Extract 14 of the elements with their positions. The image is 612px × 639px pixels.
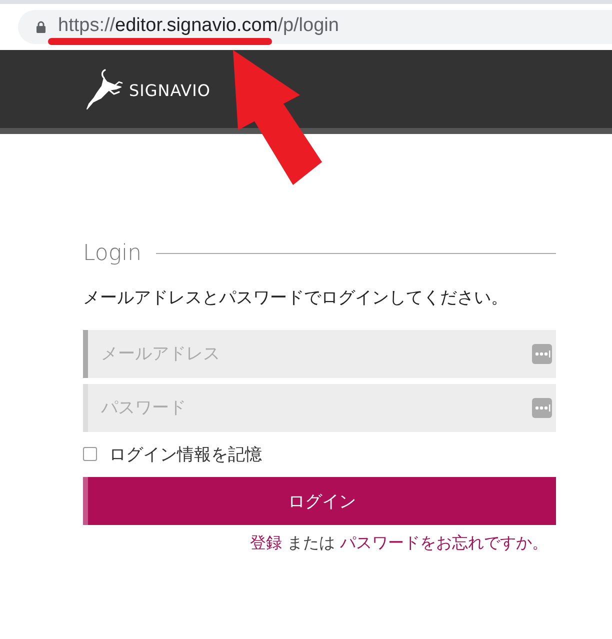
login-title: Login <box>83 240 142 266</box>
ellipsis-icon[interactable] <box>532 344 552 364</box>
email-field[interactable]: メールアドレス <box>83 330 556 378</box>
ellipsis-icon[interactable] <box>532 398 552 418</box>
password-field[interactable]: パスワード <box>83 384 556 432</box>
forgot-password-link[interactable]: パスワードをお忘れですか。 <box>340 532 548 554</box>
lock-icon <box>36 21 46 33</box>
logo-text: SIGNAVIO <box>129 80 210 100</box>
remember-label[interactable]: ログイン情報を記憶 <box>109 442 262 466</box>
or-text: または <box>287 532 335 554</box>
register-link[interactable]: 登録 <box>250 532 282 554</box>
instruction-text: メールアドレスとパスワードでログインしてください。 <box>83 287 509 309</box>
login-button[interactable]: ログイン <box>83 477 556 525</box>
remember-checkbox[interactable] <box>83 447 97 461</box>
